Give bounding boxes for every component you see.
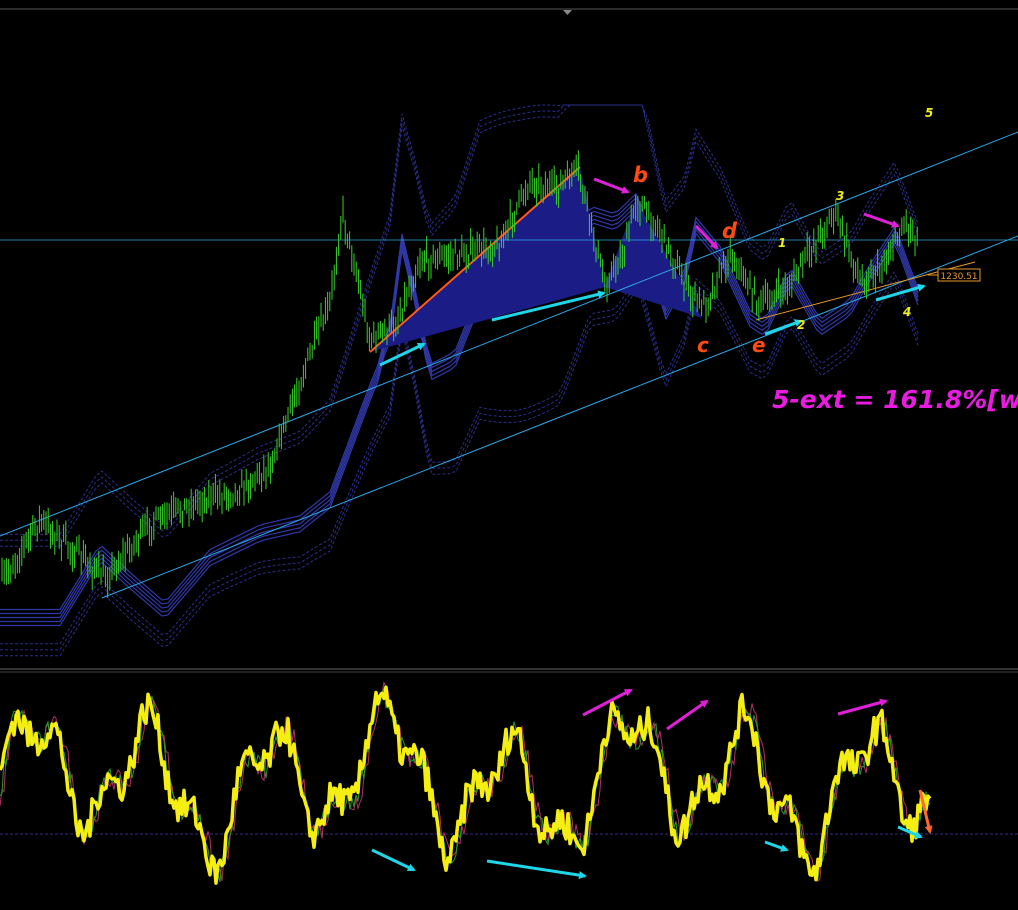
fib-extension-annotation: 5-ext = 161.8%[w [772, 385, 1018, 414]
osc-magenta-arrow-2 [666, 699, 709, 731]
osc-cyan-arrow-2 [486, 859, 587, 880]
osc-magenta-arrow-3 [837, 698, 888, 716]
chart-window: 1230.51 b d c e 1 2 3 4 5 5-ext = 161.8%… [0, 0, 1018, 906]
oscillator-main [0, 685, 932, 885]
wave-label-3: 3 [836, 189, 844, 203]
wave-label-b: b [633, 163, 648, 187]
wave-label-2: 2 [797, 318, 805, 332]
wave-label-c: c [697, 333, 709, 357]
osc-cyan-arrow-1 [371, 848, 416, 872]
wave-label-5: 5 [925, 106, 933, 120]
osc-cyan-arrow-3 [764, 840, 789, 852]
price-marker-label: 1230.51 [940, 272, 977, 282]
magenta-arrow-3 [863, 212, 900, 228]
wave-label-e: e [752, 333, 766, 357]
trendline-upper[interactable] [0, 131, 1018, 537]
oscillator-arrows [371, 688, 933, 880]
price-marker: 1230.51 [928, 268, 981, 282]
price-candles [1, 150, 918, 598]
wave-labels: b d c e 1 2 3 4 5 [633, 106, 933, 357]
cyan-arrow-3 [764, 319, 803, 336]
wave-label-d: d [722, 219, 738, 243]
envelope-mid-4 [0, 208, 919, 627]
magenta-arrow-1 [593, 177, 630, 194]
envelope-bands [0, 104, 919, 657]
osc-magenta-arrow-1 [582, 688, 633, 717]
chart-shift-marker-icon[interactable] [563, 10, 572, 15]
oscillator-lines [0, 680, 932, 885]
wave-label-4: 4 [902, 305, 911, 319]
wave-label-1: 1 [778, 236, 786, 250]
chart-canvas: 1230.51 b d c e 1 2 3 4 5 5-ext = 161.8%… [0, 8, 1018, 885]
